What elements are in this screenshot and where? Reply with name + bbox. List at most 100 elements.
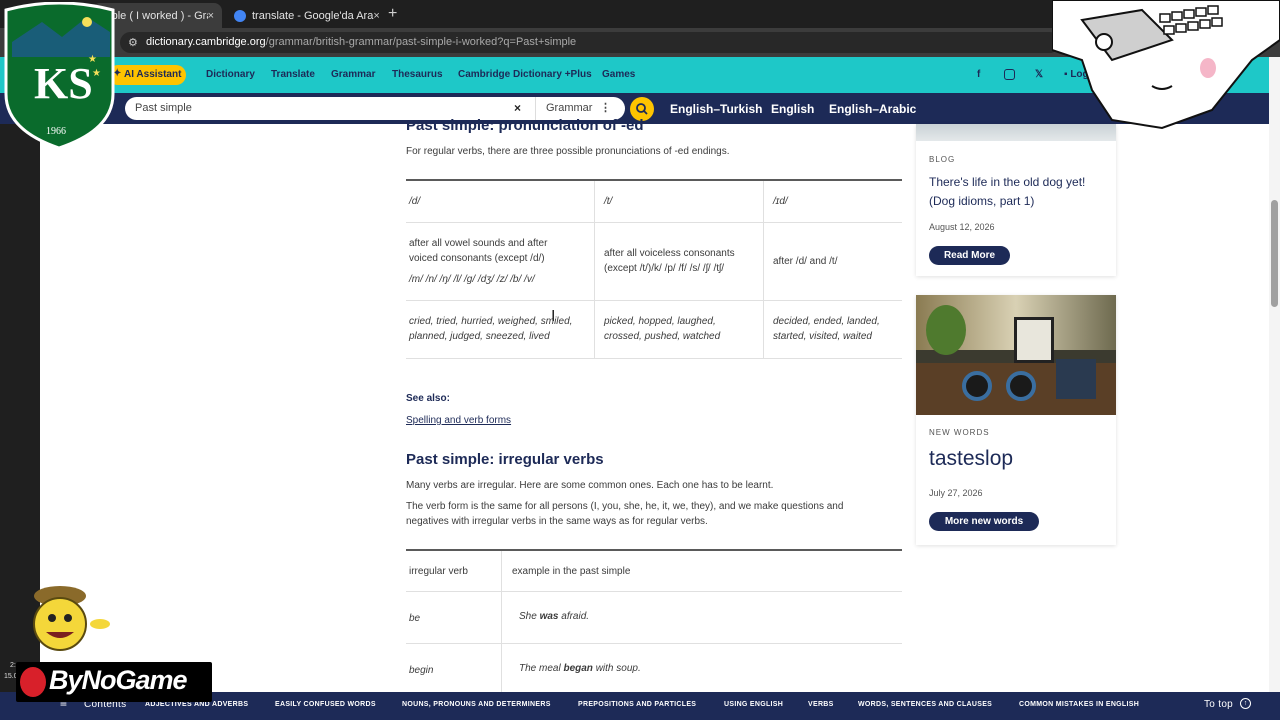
- bottom-nav-item[interactable]: EASILY CONFUSED WORDS: [275, 701, 376, 708]
- irr-table-divider: [501, 551, 502, 692]
- pron-header-id: /ɪd/: [773, 196, 788, 207]
- svg-text:★: ★: [92, 68, 101, 79]
- pron-table-divider: [763, 181, 764, 358]
- irr-example-bold: was: [539, 611, 559, 622]
- bottom-nav-item[interactable]: COMMON MISTAKES IN ENGLISH: [1019, 701, 1139, 708]
- google-favicon-icon: [234, 9, 246, 22]
- pron-header-d: /d/: [409, 196, 421, 207]
- ai-assistant-button[interactable]: ✦ AI Assistant: [108, 65, 186, 85]
- irr-table-top-rule: [406, 549, 902, 551]
- url-path: /grammar/british-grammar/past-simple-i-w…: [265, 36, 577, 48]
- clear-search-icon[interactable]: ×: [514, 101, 521, 115]
- smiley-emoji-overlay: [33, 586, 110, 651]
- see-also-label: See also:: [406, 393, 450, 404]
- dict-english-turkish[interactable]: English–Turkish: [670, 102, 762, 116]
- pron-intro: For regular verbs, there are three possi…: [406, 146, 730, 157]
- address-bar[interactable]: ⚙ dictionary.cambridge.org/grammar/briti…: [120, 32, 1060, 53]
- dict-english[interactable]: English: [771, 102, 814, 116]
- pron-examples-t: picked, hopped, laughed, crossed, pushed…: [604, 316, 721, 342]
- badge-letters: KS: [34, 59, 93, 108]
- pron-table-rule: [406, 222, 902, 223]
- nav-grammar[interactable]: Grammar: [331, 69, 375, 80]
- pron-examples-id: decided, ended, landed, started, visited…: [773, 316, 880, 342]
- text-cursor-icon: I: [551, 308, 556, 325]
- ai-assistant-label: AI Assistant: [124, 69, 182, 80]
- blog-card[interactable]: BLOG There's life in the old dog yet! (D…: [916, 124, 1116, 276]
- new-words-image: [916, 295, 1116, 415]
- nav-thesaurus[interactable]: Thesaurus: [392, 69, 443, 80]
- irr-example: She was afraid.: [519, 609, 589, 624]
- irr-table-rule: [406, 643, 902, 644]
- nav-plus[interactable]: Cambridge Dictionary +Plus: [458, 69, 592, 80]
- to-top-icon[interactable]: ↑: [1240, 698, 1251, 709]
- x-icon[interactable]: 𝕏: [1035, 69, 1043, 80]
- page-scrollbar[interactable]: [1269, 57, 1280, 692]
- scope-label: Grammar: [546, 102, 593, 114]
- nav-translate[interactable]: Translate: [271, 69, 315, 80]
- scrollbar-thumb[interactable]: [1271, 200, 1278, 307]
- new-words-date: July 27, 2026: [929, 488, 983, 498]
- bottom-nav-item[interactable]: VERBS: [808, 701, 834, 708]
- new-tab-button[interactable]: +: [388, 5, 397, 23]
- irr-example-pre: She: [519, 611, 540, 622]
- irr-paragraph-line1: The verb form is the same for all person…: [406, 501, 844, 512]
- pron-rule-t: after all voiceless consonants (except /…: [604, 248, 735, 274]
- pron-heading: Past simple: pronunciation of -ed: [406, 117, 644, 134]
- irr-example-pre: The meal: [519, 663, 564, 674]
- irr-paragraph-line2: negatives with irregular verbs in the sa…: [406, 516, 708, 527]
- site-info-icon[interactable]: ⚙: [128, 36, 138, 49]
- irr-verb: be: [409, 613, 421, 624]
- tab-title: translate - Google'da Ara: [252, 9, 374, 22]
- see-also-link[interactable]: Spelling and verb forms: [406, 415, 511, 426]
- blog-date: August 12, 2026: [929, 222, 995, 232]
- irr-verb: begin: [409, 665, 434, 676]
- tab-close-icon[interactable]: ×: [208, 10, 214, 22]
- search-input-value: Past simple: [135, 102, 192, 114]
- svg-text:★: ★: [88, 54, 97, 65]
- to-top-link[interactable]: To top: [1204, 699, 1233, 710]
- badge-year: 1966: [46, 126, 66, 137]
- cat-mascot-overlay: [1052, 0, 1280, 130]
- browser-tab[interactable]: translate - Google'da Ara ×: [226, 3, 382, 28]
- pron-table-rule: [406, 358, 902, 359]
- irr-heading: Past simple: irregular verbs: [406, 451, 604, 468]
- irr-table-rule: [406, 591, 902, 592]
- pron-table-rule: [406, 300, 902, 301]
- nav-dictionary[interactable]: Dictionary: [206, 69, 255, 80]
- bottom-nav-item[interactable]: NOUNS, PRONOUNS AND DETERMINERS: [402, 701, 551, 708]
- bottom-nav-item[interactable]: WORDS, SENTENCES AND CLAUSES: [858, 701, 992, 708]
- pron-table-top-rule: [406, 179, 902, 181]
- dict-english-arabic[interactable]: English–Arabic: [829, 102, 916, 116]
- more-new-words-button[interactable]: More new words: [929, 512, 1039, 531]
- irr-example-bold: began: [563, 663, 593, 674]
- bottom-nav-item[interactable]: ADJECTIVES AND ADVERBS: [145, 701, 248, 708]
- blog-title-line1[interactable]: There's life in the old dog yet!: [929, 173, 1085, 192]
- pron-header-t: /t/: [604, 196, 613, 207]
- bottom-nav-item[interactable]: PREPOSITIONS AND PARTICLES: [578, 701, 696, 708]
- irr-header-example: example in the past simple: [512, 566, 631, 577]
- new-words-card[interactable]: NEW WORDS tasteslop July 27, 2026 More n…: [916, 295, 1116, 545]
- irr-header-verb: irregular verb: [409, 566, 468, 577]
- new-word[interactable]: tasteslop: [929, 447, 1013, 471]
- brand-text: ByNoGame: [49, 665, 188, 695]
- nav-games[interactable]: Games: [602, 69, 635, 80]
- pron-rule-d: after all vowel sounds and after voiced …: [409, 238, 548, 264]
- instagram-icon[interactable]: [1004, 69, 1015, 80]
- club-badge-logo: KS 1966 ★ ★: [4, 2, 115, 150]
- facebook-icon[interactable]: f: [977, 69, 980, 80]
- pron-table-divider: [594, 181, 595, 358]
- tab-close-icon[interactable]: ×: [373, 10, 379, 22]
- new-words-kicker: NEW WORDS: [929, 428, 990, 437]
- irr-example-post: with soup.: [592, 663, 641, 674]
- kebab-icon: ⋮: [600, 102, 611, 114]
- irr-intro: Many verbs are irregular. Here are some …: [406, 480, 774, 491]
- bottom-nav-item[interactable]: USING ENGLISH: [724, 701, 783, 708]
- clock-fragment: 2:: [10, 662, 16, 669]
- pron-sounds-d: /m/ /n/ /ŋ/ /l/ /g/ /dʒ/ /z/ /b/ /v/: [409, 274, 535, 285]
- pron-examples-d: cried, tried, hurried, weighed, smiled, …: [409, 316, 573, 342]
- irr-example-post: afraid.: [558, 611, 590, 622]
- blog-title-line2[interactable]: (Dog idioms, part 1): [929, 192, 1034, 211]
- pron-rule-id: after /d/ and /t/: [773, 256, 838, 267]
- irr-example: The meal began with soup.: [519, 661, 641, 676]
- read-more-button[interactable]: Read More: [929, 246, 1010, 265]
